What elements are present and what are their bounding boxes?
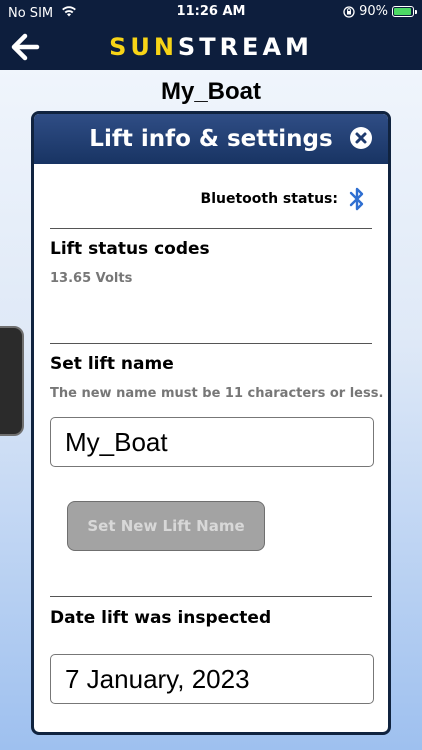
orientation-lock-icon [343, 5, 355, 18]
voltage-readout: 13.65 Volts [50, 271, 133, 286]
brand-logo: SUNSTREAM [0, 33, 422, 61]
status-codes-title: Lift status codes [50, 239, 210, 259]
status-right: 90% [343, 4, 417, 19]
modal-title: Lift info & settings [89, 126, 333, 152]
side-drawer-handle[interactable] [0, 326, 24, 436]
brand-part-stream: STREAM [177, 33, 313, 61]
close-icon [355, 132, 367, 144]
bluetooth-status-label: Bluetooth status: [200, 191, 338, 207]
close-button[interactable] [350, 127, 372, 149]
divider [50, 228, 372, 229]
modal-body: Bluetooth status: Lift status codes 13.6… [34, 164, 388, 732]
brand-part-sun: SUN [109, 33, 178, 61]
lift-name-title: My_Boat [160, 78, 262, 105]
bluetooth-status-row: Bluetooth status: [201, 185, 366, 213]
modal-header: Lift info & settings [34, 114, 388, 164]
bluetooth-icon[interactable] [348, 185, 366, 213]
inspected-date-title: Date lift was inspected [50, 608, 272, 628]
divider [50, 343, 372, 344]
divider [50, 596, 372, 597]
set-new-lift-name-button[interactable]: Set New Lift Name [67, 501, 265, 551]
battery-percent: 90% [359, 4, 388, 19]
nav-bar: SUNSTREAM [0, 24, 422, 70]
inspection-date-field[interactable]: 7 January, 2023 [50, 654, 374, 704]
lift-settings-modal: Lift info & settings Bluetooth status: L… [31, 111, 391, 735]
set-name-hint: The new name must be 11 characters or le… [50, 386, 384, 401]
status-bar: No SIM 11:26 AM 90% [0, 0, 422, 24]
battery-icon [392, 6, 417, 17]
lift-name-input[interactable]: My_Boat [50, 417, 374, 467]
set-name-title: Set lift name [50, 354, 174, 374]
